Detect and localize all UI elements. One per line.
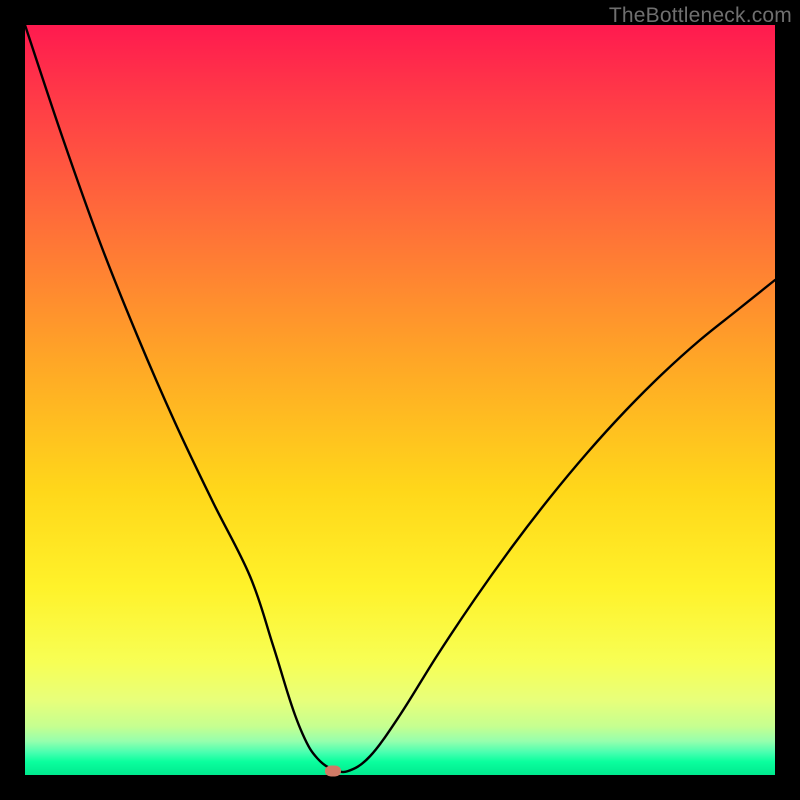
bottleneck-curve: [25, 25, 775, 772]
curve-svg: [25, 25, 775, 775]
minimum-marker: [325, 766, 341, 777]
chart-frame: TheBottleneck.com: [0, 0, 800, 800]
plot-area: [25, 25, 775, 775]
